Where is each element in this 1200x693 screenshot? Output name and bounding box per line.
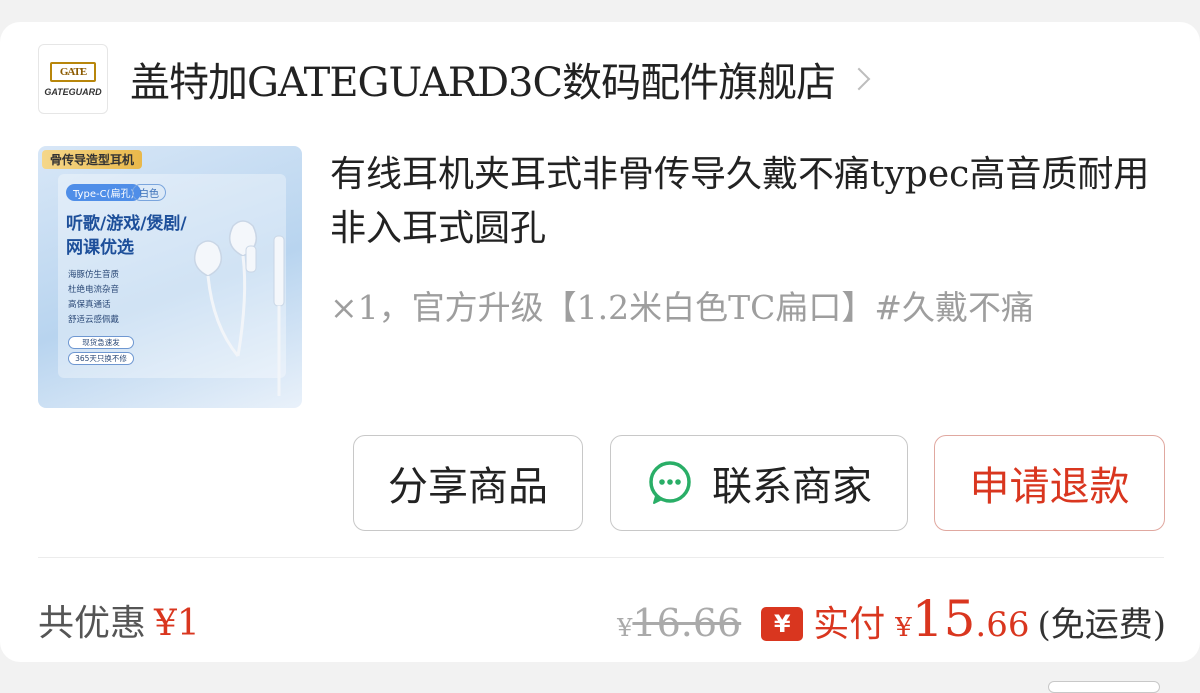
product-image-headline: 听歌/游戏/煲剧/网课优选	[66, 214, 187, 258]
product-image-pill: 365天只换不修	[68, 352, 134, 365]
product-image-bullet: 舒适云感佩戴	[68, 315, 120, 325]
product-image-bullet: 杜绝电流杂音	[68, 285, 120, 295]
discount-amount: ¥1	[154, 603, 200, 644]
shipping-note: (免运费)	[1037, 605, 1166, 645]
next-card-button-edge	[1048, 681, 1160, 693]
shop-logo-mark: GATE	[50, 61, 96, 82]
yen-badge-icon: ¥	[761, 607, 804, 641]
shop-logo: GATE GATEGUARD	[38, 44, 108, 114]
paid-amount-integer: 15	[911, 590, 976, 648]
product-image[interactable]: 骨传导造型耳机 Type-C(扁孔) 白色 听歌/游戏/煲剧/网课优选 海豚仿生…	[38, 146, 302, 408]
product-image-bullet: 海豚仿生音质	[68, 270, 120, 280]
divider	[38, 557, 1164, 558]
share-product-button[interactable]: 分享商品	[353, 435, 583, 531]
price-summary: ¥ 16.66 ¥ 实付 ¥ 15 .66 (免运费)	[617, 590, 1166, 648]
original-price-symbol: ¥	[617, 614, 633, 642]
product-image-bullet: 高保真通话	[68, 300, 111, 310]
order-item-card: GATE GATEGUARD 盖特加GATEGUARD3C数码配件旗舰店 骨传导…	[0, 22, 1200, 662]
product-image-bullets: 海豚仿生音质 杜绝电流杂音 高保真通话 舒适云感佩戴	[68, 268, 119, 328]
discount-label: 共优惠	[38, 603, 147, 644]
chevron-right-icon[interactable]	[847, 67, 871, 91]
discount-summary: 共优惠 ¥1	[38, 594, 200, 646]
contact-seller-button[interactable]: 联系商家	[610, 435, 908, 531]
share-product-label: 分享商品	[388, 464, 548, 510]
shop-logo-word: GATEGUARD	[44, 86, 102, 97]
paid-symbol: ¥	[895, 613, 912, 643]
product-title[interactable]: 有线耳机夹耳式非骨传导久戴不痛typec高音质耐用非入耳式圆孔	[330, 148, 1170, 256]
shop-header[interactable]: GATE GATEGUARD 盖特加GATEGUARD3C数码配件旗舰店	[38, 44, 871, 114]
shop-name[interactable]: 盖特加GATEGUARD3C数码配件旗舰店	[130, 50, 836, 108]
earphone-illustration	[193, 220, 285, 396]
product-sku: ×1，官方升级【1.2米白色TC扁口】#久戴不痛	[330, 288, 1035, 327]
request-refund-label: 申请退款	[969, 464, 1130, 510]
original-price: 16.66	[632, 601, 742, 645]
product-image-chip-type: Type-C(扁孔)	[66, 184, 142, 201]
product-image-pill: 现货急速发	[68, 336, 134, 349]
request-refund-button[interactable]: 申请退款	[934, 435, 1165, 531]
product-image-tag: 骨传导造型耳机	[42, 150, 143, 169]
chat-bubble-icon	[646, 459, 694, 507]
paid-label: 实付	[813, 604, 886, 645]
paid-amount-decimal: .66	[975, 605, 1030, 645]
contact-seller-label: 联系商家	[712, 464, 872, 510]
product-image-chip-color: 白色	[132, 184, 166, 201]
